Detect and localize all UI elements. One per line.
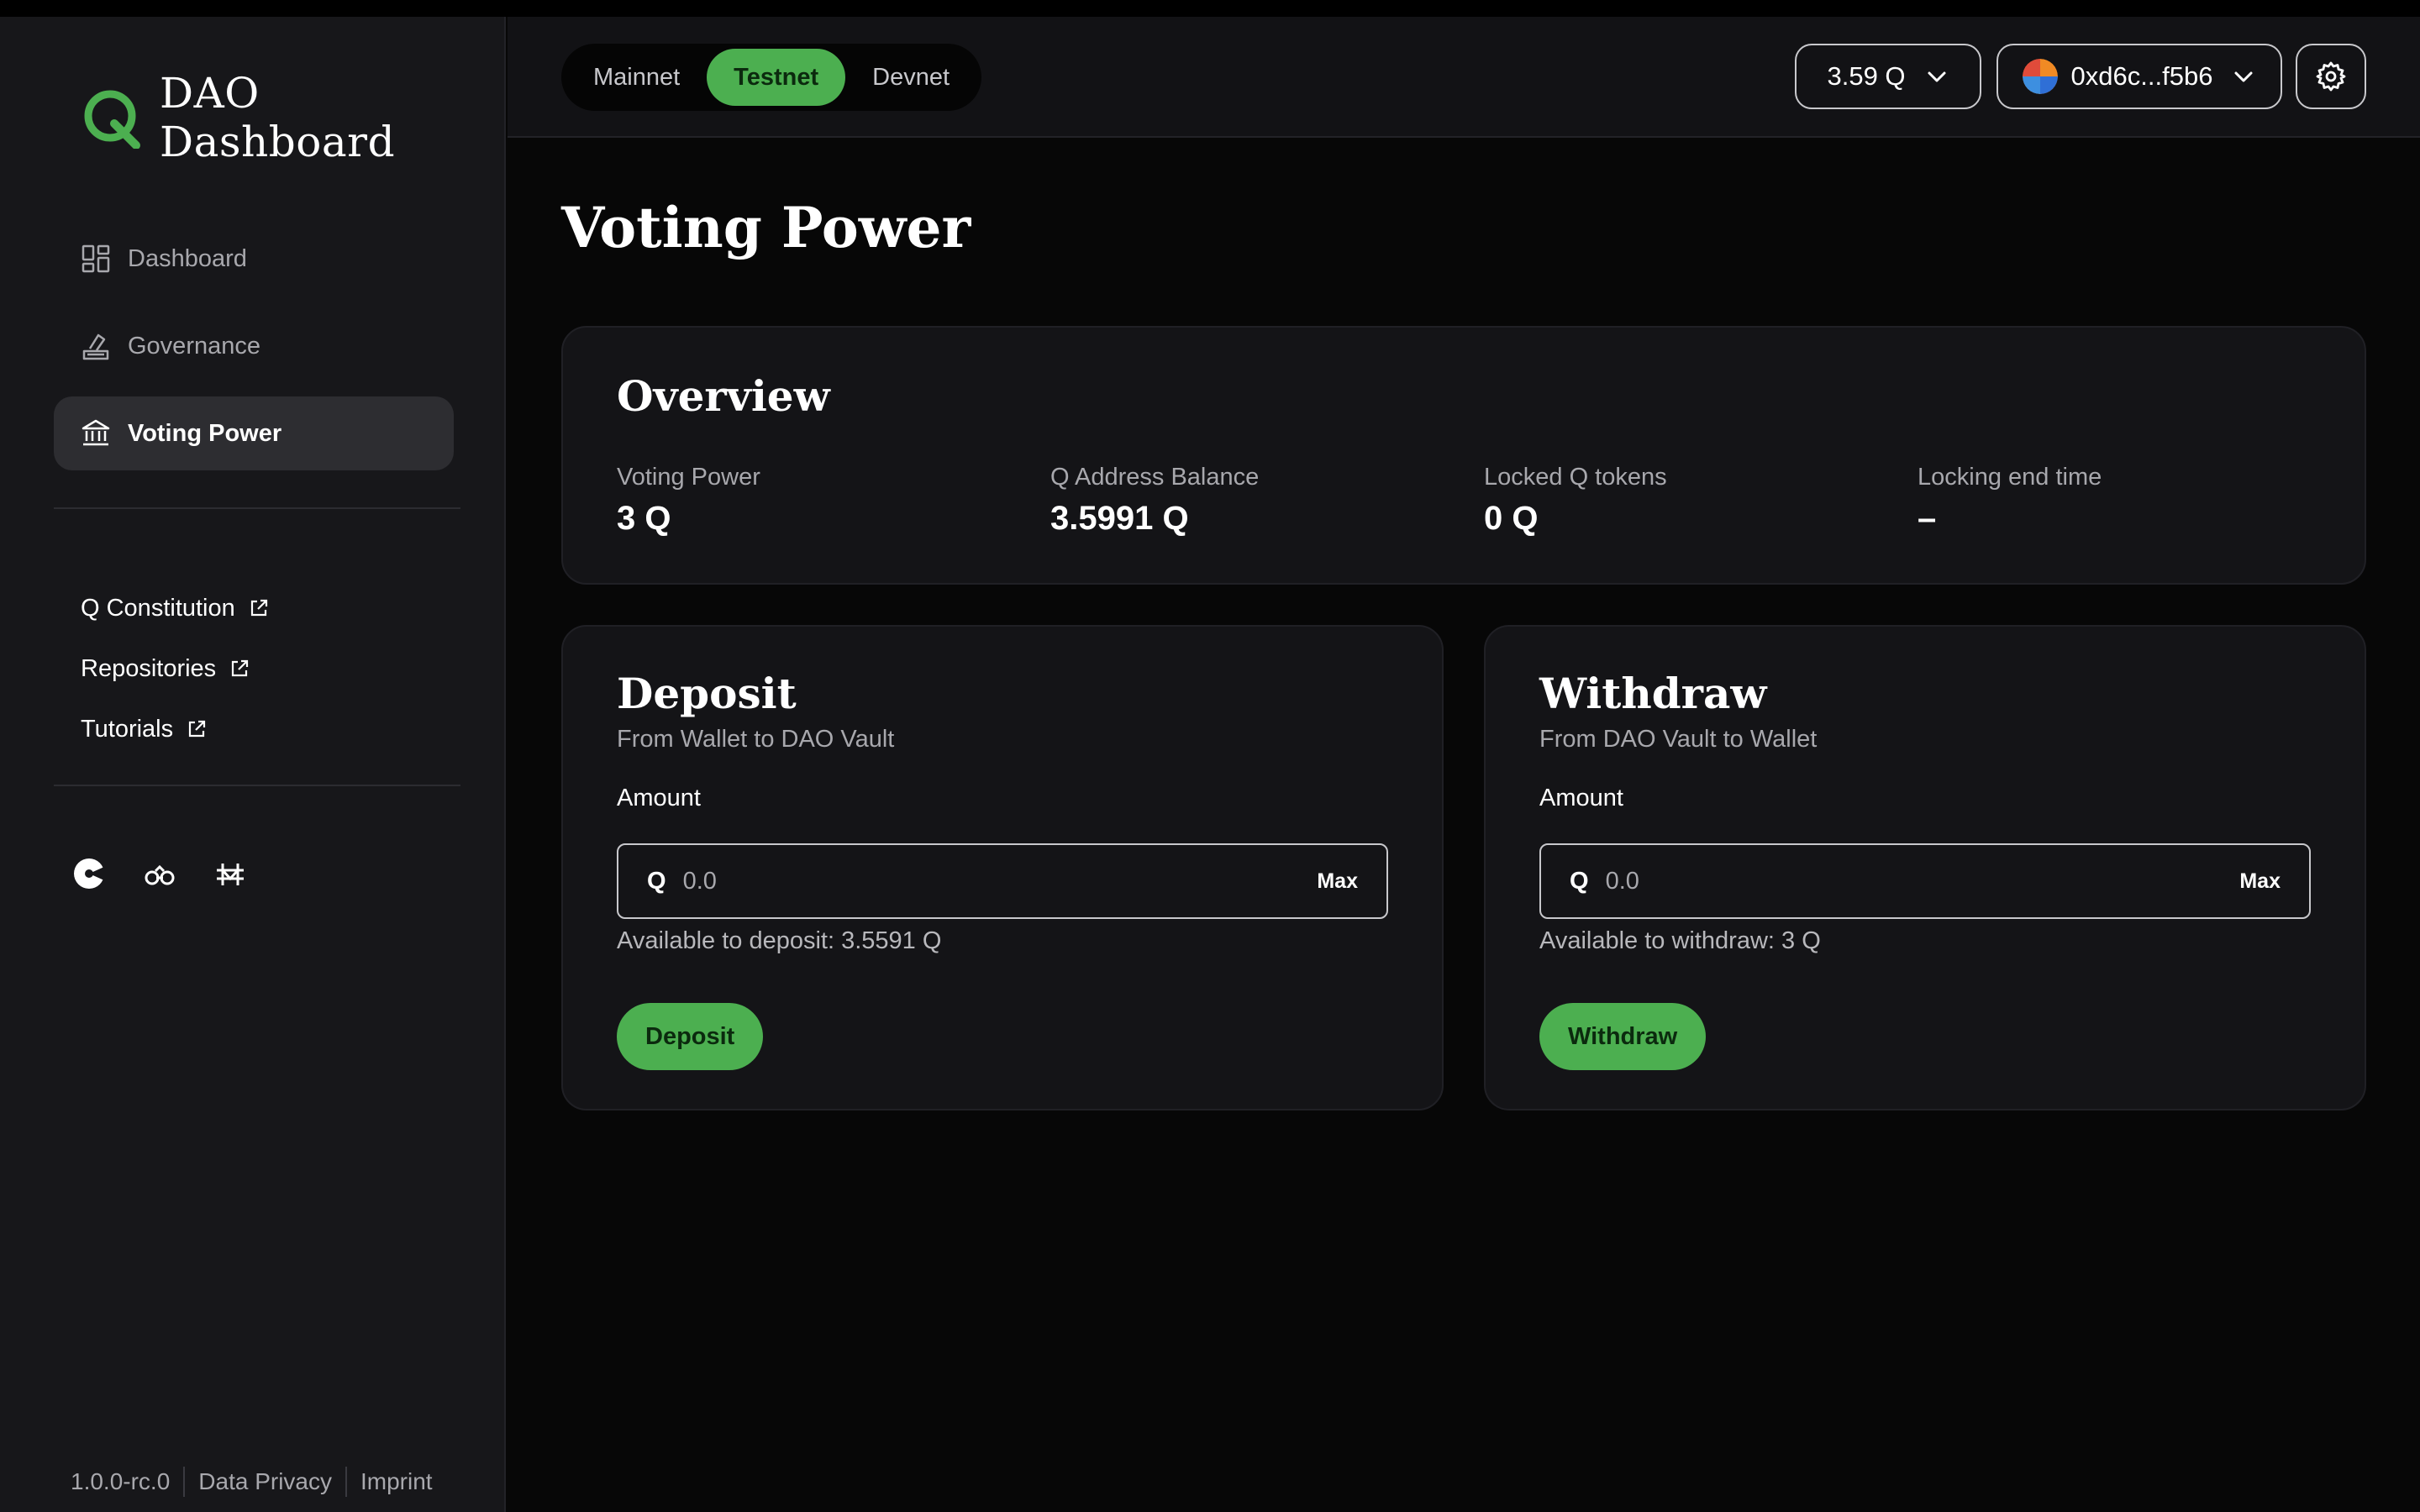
stat-label: Locking end time: [1918, 464, 2102, 491]
sidebar-item-label: Governance: [128, 332, 260, 360]
overview-card: Overview Voting Power 3 Q Q Address Bala…: [561, 326, 2366, 585]
external-link-icon: [249, 598, 269, 618]
withdraw-button[interactable]: Withdraw: [1539, 1003, 1707, 1070]
gear-icon: [2315, 60, 2347, 92]
tab-devnet[interactable]: Devnet: [845, 49, 976, 106]
overview-title: Overview: [617, 371, 830, 421]
deposit-max-button[interactable]: Max: [1317, 869, 1358, 894]
deposit-title: Deposit: [617, 669, 797, 718]
footer-separator: [345, 1467, 347, 1497]
wallet-dropdown[interactable]: 0xd6c...f5b6: [1996, 44, 2282, 109]
link-tutorials[interactable]: Tutorials: [81, 699, 269, 759]
balance-dropdown[interactable]: 3.59 Q: [1795, 44, 1981, 109]
available-to-withdraw: Available to withdraw: 3 Q: [1539, 927, 1821, 954]
available-to-deposit: Available to deposit: 3.5591 Q: [617, 927, 942, 954]
withdraw-amount-field[interactable]: Q Max: [1539, 843, 2311, 919]
link-q-constitution[interactable]: Q Constitution: [81, 578, 269, 638]
currency-prefix: Q: [647, 867, 666, 895]
version-label: 1.0.0-rc.0: [71, 1468, 171, 1494]
balance-value: 3.59 Q: [1827, 61, 1906, 91]
deposit-amount-input[interactable]: [682, 867, 1318, 895]
sidebar-item-label: Voting Power: [128, 419, 282, 447]
data-privacy-link[interactable]: Data Privacy: [198, 1468, 332, 1495]
imprint-link[interactable]: Imprint: [360, 1468, 433, 1495]
sidebar-item-voting-power[interactable]: Voting Power: [54, 396, 454, 470]
tab-testnet[interactable]: Testnet: [707, 49, 846, 106]
pacman-icon[interactable]: [72, 857, 106, 890]
sidebar-divider: [54, 507, 460, 509]
tab-mainnet[interactable]: Mainnet: [566, 49, 707, 106]
stat-label: Voting Power: [617, 464, 760, 491]
wallet-address: 0xd6c...f5b6: [2070, 61, 2213, 91]
dashboard-grid-icon: [81, 244, 111, 274]
amount-label: Amount: [1539, 785, 1623, 811]
stat-label: Q Address Balance: [1050, 464, 1260, 491]
logo[interactable]: DAO Dashboard: [81, 69, 504, 166]
deposit-button[interactable]: Deposit: [617, 1003, 764, 1070]
footer-separator: [183, 1467, 186, 1497]
stat-q-address-balance: Q Address Balance 3.5991 Q: [1050, 464, 1259, 538]
link-repositories[interactable]: Repositories: [81, 638, 269, 699]
sidebar: DAO Dashboard Dashboard Governance Votin…: [0, 17, 506, 1512]
link-label: Q Constitution: [81, 594, 235, 622]
stat-value: 0 Q: [1484, 500, 1539, 537]
external-links: Q Constitution Repositories Tutorials: [81, 578, 269, 759]
page-title: Voting Power: [561, 195, 971, 260]
amount-label: Amount: [617, 785, 701, 811]
deposit-amount-field[interactable]: Q Max: [617, 843, 1388, 919]
sidebar-divider: [54, 785, 460, 786]
q-logo-icon: [81, 87, 143, 150]
stat-value: 3 Q: [617, 500, 671, 537]
sidebar-item-governance[interactable]: Governance: [54, 309, 454, 383]
stat-value: –: [1918, 500, 1937, 537]
chevron-down-icon: [2231, 64, 2256, 89]
link-label: Repositories: [81, 654, 217, 682]
bank-building-icon: [81, 418, 111, 449]
avatar: [2022, 59, 2058, 94]
top-header: Mainnet Testnet Devnet 3.59 Q 0xd6c...f5…: [508, 17, 2420, 138]
withdraw-title: Withdraw: [1539, 669, 1767, 718]
app-title: DAO Dashboard: [160, 69, 396, 166]
link-label: Tutorials: [81, 715, 174, 743]
external-link-icon: [187, 719, 207, 739]
stat-voting-power: Voting Power 3 Q: [617, 464, 760, 538]
top-strip: [0, 0, 2420, 17]
social-links: [72, 857, 247, 890]
withdraw-card: Withdraw From DAO Vault to Wallet Amount…: [1484, 625, 2366, 1110]
currency-prefix: Q: [1570, 867, 1589, 895]
settings-button[interactable]: [2296, 44, 2366, 109]
network-switcher: Mainnet Testnet Devnet: [561, 44, 982, 111]
chevron-down-icon: [1924, 64, 1949, 89]
stat-locked-q-tokens: Locked Q tokens 0 Q: [1484, 464, 1667, 538]
ballot-vote-icon: [81, 331, 111, 361]
withdraw-amount-input[interactable]: [1605, 867, 2240, 895]
binoculars-icon[interactable]: [143, 857, 176, 890]
bridge-icon[interactable]: [213, 857, 247, 890]
stat-label: Locked Q tokens: [1484, 464, 1667, 491]
stat-value: 3.5991 Q: [1050, 500, 1189, 537]
sidebar-item-label: Dashboard: [128, 244, 247, 272]
stat-locking-end-time: Locking end time –: [1918, 464, 2102, 538]
deposit-card: Deposit From Wallet to DAO Vault Amount …: [561, 625, 1444, 1110]
sidebar-nav: Dashboard Governance Voting Power: [54, 222, 454, 484]
sidebar-footer: 1.0.0-rc.0 Data Privacy Imprint: [71, 1467, 433, 1497]
withdraw-max-button[interactable]: Max: [2239, 869, 2281, 894]
external-link-icon: [229, 659, 250, 679]
sidebar-item-dashboard[interactable]: Dashboard: [54, 222, 454, 296]
deposit-subtitle: From Wallet to DAO Vault: [617, 726, 895, 753]
withdraw-subtitle: From DAO Vault to Wallet: [1539, 726, 1818, 753]
